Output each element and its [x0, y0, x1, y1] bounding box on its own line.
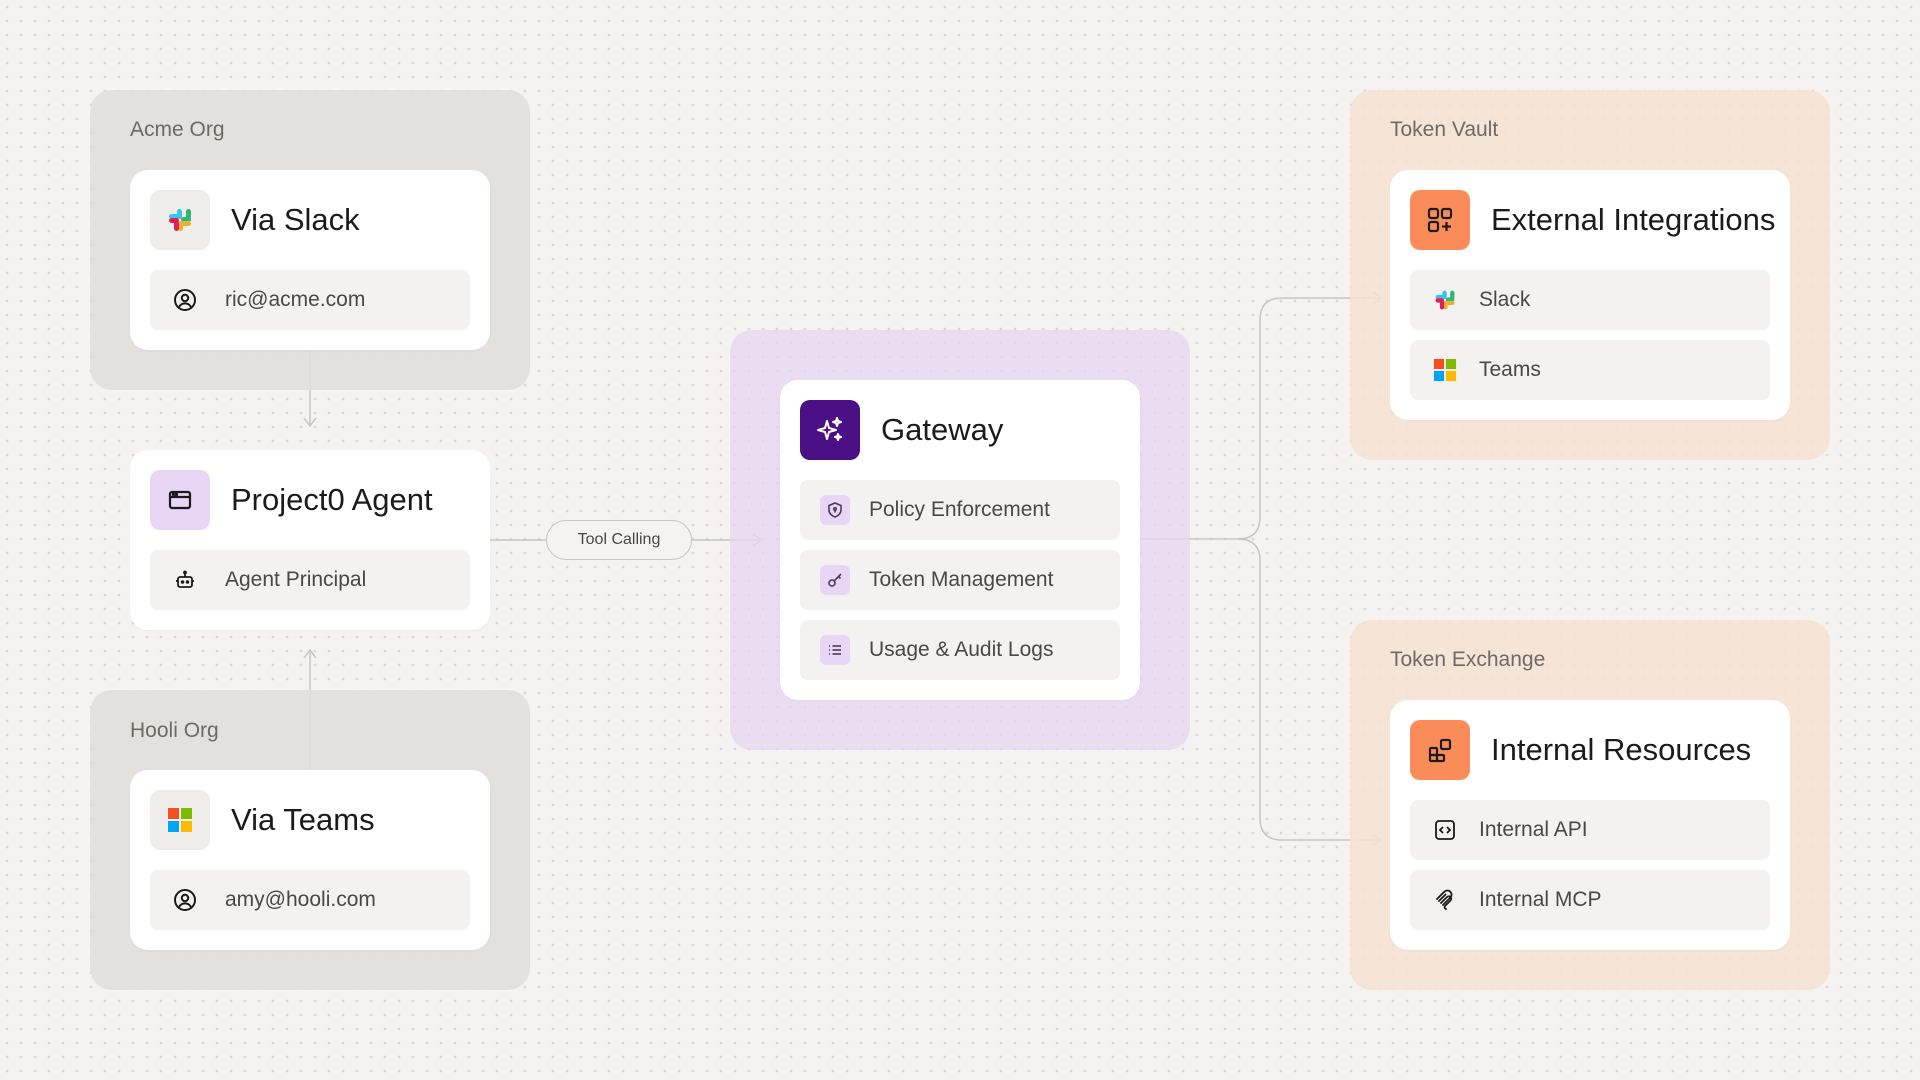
code-icon: [1430, 815, 1460, 845]
row-label: Internal MCP: [1479, 888, 1602, 911]
row-label: Teams: [1479, 358, 1541, 381]
user-circle-icon: [170, 285, 200, 315]
slack-icon: [150, 190, 210, 250]
arrow-head-down: [303, 417, 317, 428]
blocks-icon: [1410, 720, 1470, 780]
card-title: External Integrations: [1491, 202, 1776, 237]
list-item[interactable]: amy@hooli.com: [150, 870, 470, 930]
row-label: amy@hooli.com: [225, 888, 376, 911]
microsoft-icon: [150, 790, 210, 850]
group-label-acme: Acme Org: [130, 118, 225, 141]
list-item[interactable]: Slack: [1410, 270, 1770, 330]
gateway-card[interactable]: Gateway Policy Enforcement Token Managem…: [780, 380, 1140, 700]
browser-window-icon: [150, 470, 210, 530]
row-label: Agent Principal: [225, 568, 367, 591]
list-icon: [820, 635, 850, 665]
row-label: Usage & Audit Logs: [869, 638, 1054, 661]
apps-add-icon: [1410, 190, 1470, 250]
sparkles-icon: [800, 400, 860, 460]
slack-icon: [1430, 285, 1460, 315]
list-item[interactable]: Token Management: [800, 550, 1120, 610]
via-slack-card[interactable]: Via Slack ric@acme.com: [130, 170, 490, 350]
arrow-head-up: [303, 648, 317, 659]
tool-calling-label: Tool Calling: [546, 520, 692, 560]
row-label: Policy Enforcement: [869, 498, 1050, 521]
row-label: Slack: [1479, 288, 1531, 311]
group-label-vault: Token Vault: [1390, 118, 1499, 141]
key-icon: [820, 565, 850, 595]
group-label-exchange: Token Exchange: [1390, 648, 1546, 671]
microsoft-icon: [1430, 355, 1460, 385]
card-title: Via Teams: [231, 802, 375, 837]
list-item[interactable]: Policy Enforcement: [800, 480, 1120, 540]
row-label: Token Management: [869, 568, 1054, 591]
list-item[interactable]: Internal API: [1410, 800, 1770, 860]
card-title: Gateway: [881, 412, 1004, 447]
shield-icon: [820, 495, 850, 525]
card-title: Via Slack: [231, 202, 360, 237]
mcp-icon: [1430, 885, 1460, 915]
list-item[interactable]: ric@acme.com: [150, 270, 470, 330]
external-integrations-card[interactable]: External Integrations Slack Teams: [1390, 170, 1790, 420]
row-label: Internal API: [1479, 818, 1588, 841]
via-teams-card[interactable]: Via Teams amy@hooli.com: [130, 770, 490, 950]
internal-resources-card[interactable]: Internal Resources Internal API Internal…: [1390, 700, 1790, 950]
row-label: ric@acme.com: [225, 288, 366, 311]
list-item[interactable]: Internal MCP: [1410, 870, 1770, 930]
card-title: Internal Resources: [1491, 732, 1752, 767]
list-item[interactable]: Usage & Audit Logs: [800, 620, 1120, 680]
project0-agent-card[interactable]: Project0 Agent Agent Principal: [130, 450, 490, 630]
group-label-hooli: Hooli Org: [130, 719, 219, 742]
card-title: Project0 Agent: [231, 482, 433, 517]
list-item[interactable]: Teams: [1410, 340, 1770, 400]
robot-icon: [170, 565, 200, 595]
user-circle-icon: [170, 885, 200, 915]
list-item[interactable]: Agent Principal: [150, 550, 470, 610]
